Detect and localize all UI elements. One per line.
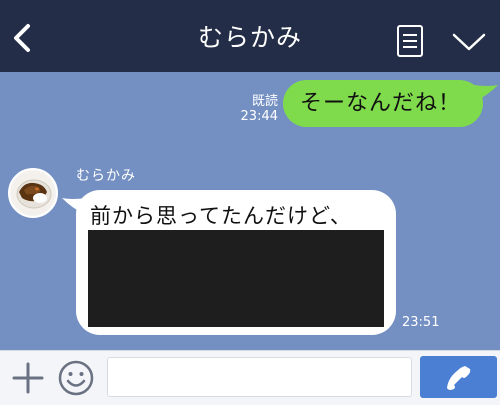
chevron-down-icon — [452, 33, 486, 51]
avatar[interactable] — [8, 168, 58, 218]
smiley-icon — [58, 360, 94, 396]
note-list-icon — [397, 25, 423, 57]
notes-button[interactable] — [393, 23, 427, 59]
sender-name: むらかみ — [76, 168, 136, 184]
message-input[interactable] — [107, 357, 412, 397]
call-button[interactable] — [420, 356, 497, 398]
outgoing-timestamp: 23:44 — [240, 109, 278, 124]
curry-plate-avatar-image — [11, 171, 55, 215]
phone-icon — [447, 366, 471, 390]
read-receipt: 既読 — [251, 94, 278, 109]
chat-screen: むらかみ 既読 23:44 そーなんだね！ むらかみ 前から思ってたんだけど、 … — [0, 0, 500, 405]
incoming-timestamp: 23:51 — [402, 315, 440, 330]
plus-icon — [12, 362, 44, 394]
incoming-message-text: 前から思ってたんだけど、 — [90, 204, 352, 228]
redacted-content-block — [88, 230, 384, 327]
header-bar: むらかみ — [0, 0, 500, 72]
emoji-button[interactable] — [57, 359, 95, 397]
add-attachment-button[interactable] — [12, 362, 44, 394]
outgoing-message-text: そーなんだね！ — [300, 91, 462, 116]
menu-dropdown-button[interactable] — [450, 30, 488, 54]
